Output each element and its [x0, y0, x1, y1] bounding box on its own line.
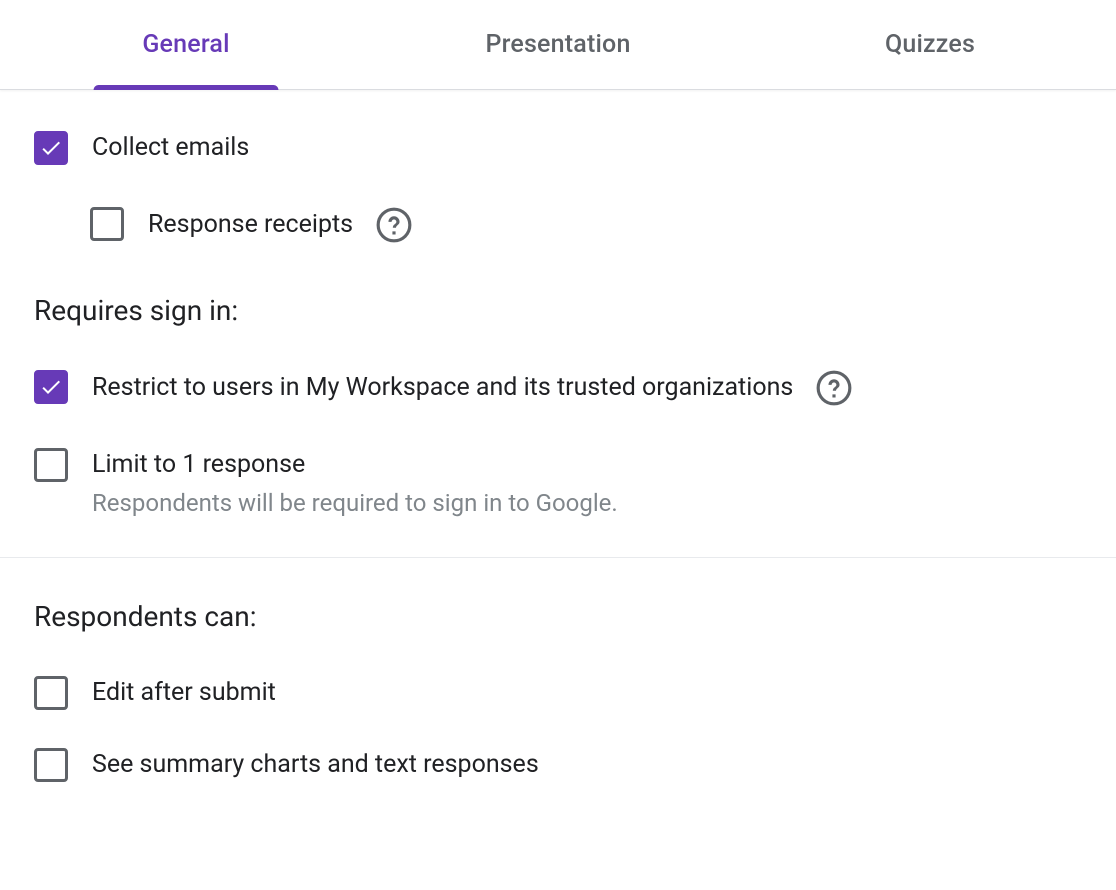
settings-tabs: General Presentation Quizzes — [0, 0, 1116, 90]
question-circle-icon — [815, 369, 853, 407]
tab-quizzes[interactable]: Quizzes — [744, 0, 1116, 89]
checkmark-icon — [39, 375, 63, 399]
label-response-receipts: Response receipts — [148, 207, 353, 243]
checkbox-collect-emails[interactable] — [34, 131, 68, 165]
option-response-receipts: Response receipts — [34, 206, 1082, 244]
label-edit-after-submit: Edit after submit — [92, 675, 276, 711]
checkmark-icon — [39, 136, 63, 160]
sublabel-limit-response: Respondents will be required to sign in … — [92, 487, 618, 519]
option-restrict-users: Restrict to users in My Workspace and it… — [34, 369, 1082, 407]
option-collect-emails: Collect emails — [34, 130, 1082, 166]
help-icon-restrict-users[interactable] — [815, 369, 853, 407]
tab-general[interactable]: General — [0, 0, 372, 89]
checkbox-restrict-users[interactable] — [34, 370, 68, 404]
checkbox-edit-after-submit[interactable] — [34, 676, 68, 710]
help-icon-response-receipts[interactable] — [375, 206, 413, 244]
section-requires-signin: Requires sign in: — [34, 294, 1082, 327]
checkbox-limit-response[interactable] — [34, 448, 68, 482]
settings-content: Collect emails Response receipts Require… — [0, 90, 1116, 783]
label-limit-response: Limit to 1 response — [92, 447, 305, 483]
label-collect-emails: Collect emails — [92, 130, 249, 166]
checkbox-see-summary[interactable] — [34, 748, 68, 782]
option-limit-response: Limit to 1 response Respondents will be … — [34, 447, 1082, 519]
tab-presentation[interactable]: Presentation — [372, 0, 744, 89]
checkbox-response-receipts[interactable] — [90, 207, 124, 241]
option-edit-after-submit: Edit after submit — [34, 675, 1082, 711]
option-see-summary: See summary charts and text responses — [34, 747, 1082, 783]
section-divider — [0, 557, 1116, 558]
label-restrict-users: Restrict to users in My Workspace and it… — [92, 370, 793, 406]
question-circle-icon — [375, 206, 413, 244]
section-respondents-can: Respondents can: — [34, 600, 1082, 633]
label-see-summary: See summary charts and text responses — [92, 747, 539, 783]
